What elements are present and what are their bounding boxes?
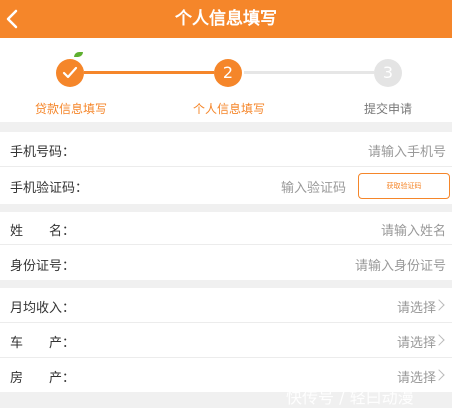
name-input[interactable]: 请输入姓名 bbox=[381, 220, 446, 239]
car-label: 车 产： bbox=[10, 336, 76, 351]
car-select[interactable]: 请选择 bbox=[397, 332, 436, 351]
income-row[interactable]: 月均收入： 请选择 bbox=[0, 288, 452, 322]
code-input[interactable]: 输入验证码 bbox=[281, 177, 346, 196]
phone-input[interactable]: 请输入手机号 bbox=[368, 141, 446, 160]
step-3-label: 提交申请 bbox=[363, 102, 412, 116]
step-1-circle bbox=[56, 59, 84, 87]
step-connector-done bbox=[84, 71, 214, 74]
house-label: 房 产： bbox=[10, 371, 76, 386]
id-card-label: 身份证号： bbox=[10, 259, 76, 274]
name-row[interactable]: 姓 名： 请输入姓名 bbox=[0, 212, 452, 244]
assets-section: 月均收入： 请选择 车 产： 请选择 房 产： 请选择 bbox=[0, 288, 452, 392]
leaf-icon bbox=[74, 52, 83, 57]
page-title: 个人信息填写 bbox=[175, 9, 277, 29]
step-indicator: 2 3 贷款信息填写 个人信息填写 提交申请 bbox=[0, 38, 452, 122]
step-3-circle: 3 bbox=[374, 59, 402, 87]
watermark-text: 快传号 / 轻曰动漫 bbox=[286, 388, 414, 407]
phone-label: 手机号码： bbox=[10, 145, 76, 160]
phone-row[interactable]: 手机号码： 请输入手机号 bbox=[0, 132, 452, 166]
name-label: 姓 名： bbox=[10, 224, 76, 239]
code-label: 手机验证码： bbox=[10, 181, 89, 196]
step-1-label: 贷款信息填写 bbox=[34, 102, 107, 116]
contact-section: 手机号码： 请输入手机号 手机验证码： 输入验证码 获取验证码 bbox=[0, 132, 452, 204]
code-row: 手机验证码： 输入验证码 获取验证码 bbox=[0, 166, 452, 204]
id-card-row[interactable]: 身份证号： 请输入身份证号 bbox=[0, 244, 452, 280]
id-card-input[interactable]: 请输入身份证号 bbox=[355, 255, 446, 274]
step-2-label: 个人信息填写 bbox=[192, 102, 265, 116]
identity-section: 姓 名： 请输入姓名 身份证号： 请输入身份证号 bbox=[0, 212, 452, 280]
income-select[interactable]: 请选择 bbox=[397, 297, 436, 316]
check-icon bbox=[62, 66, 78, 79]
car-row[interactable]: 车 产： 请选择 bbox=[0, 322, 452, 357]
income-label: 月均收入： bbox=[10, 301, 76, 316]
step-2-circle: 2 bbox=[214, 59, 242, 87]
step-connector-pending bbox=[244, 71, 374, 74]
header-bar: 个人信息填写 bbox=[0, 0, 452, 38]
get-code-button[interactable]: 获取验证码 bbox=[358, 173, 450, 199]
